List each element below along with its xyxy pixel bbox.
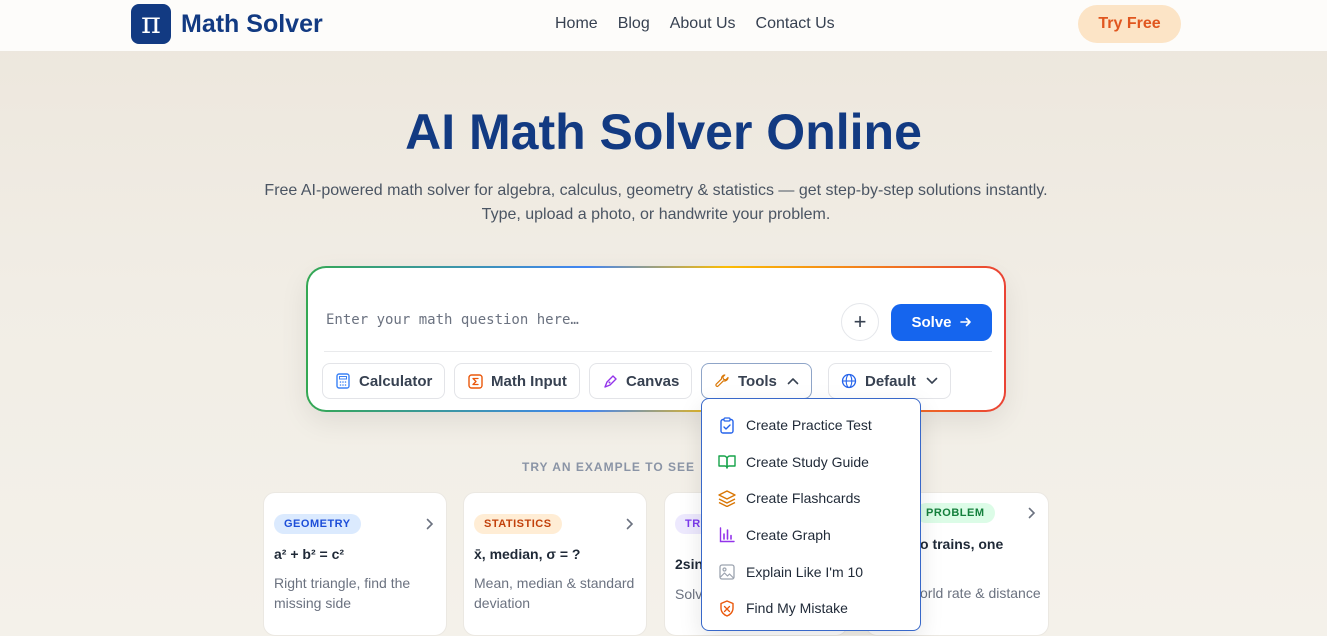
menu-item-label: Find My Mistake — [746, 600, 848, 617]
example-description: Mean, median & standard deviation — [474, 575, 635, 611]
example-formula: a² + b² = c² — [274, 546, 345, 562]
examples-heading: TRY AN EXAMPLE TO SEE — [522, 460, 696, 474]
chevron-up-icon — [787, 377, 799, 385]
wrench-icon — [714, 373, 730, 389]
site-header: π Math Solver Home Blog About Us Contact… — [0, 0, 1327, 52]
menu-item-explain[interactable]: Explain Like I'm 10 — [702, 553, 920, 590]
menu-item-label: Create Graph — [746, 527, 831, 544]
math-input-button[interactable]: Math Input — [454, 363, 580, 399]
page: π Math Solver Home Blog About Us Contact… — [0, 0, 1327, 636]
solve-button[interactable]: Solve — [891, 304, 992, 341]
sigma-icon — [467, 373, 483, 389]
example-formula: x̄, median, σ = ? — [474, 546, 581, 562]
shield-x-icon — [718, 599, 736, 617]
clipboard-check-icon — [718, 416, 736, 434]
menu-item-flashcards[interactable]: Create Flashcards — [702, 480, 920, 517]
bar-chart-icon — [718, 526, 736, 544]
menu-item-label: Create Practice Test — [746, 417, 872, 434]
pi-logo-icon: π — [131, 4, 171, 44]
nav-blog-link[interactable]: Blog — [618, 15, 650, 33]
category-badge: STATISTICS — [474, 514, 562, 534]
arrow-right-icon — [959, 315, 972, 331]
chevron-right-icon — [426, 517, 434, 535]
menu-item-label: Create Study Guide — [746, 453, 869, 470]
solve-label: Solve — [911, 314, 952, 331]
menu-item-study-guide[interactable]: Create Study Guide — [702, 444, 920, 481]
tools-menu-button[interactable]: Tools — [701, 363, 812, 399]
chevron-down-icon — [926, 377, 938, 385]
card-divider — [324, 351, 992, 352]
category-badge: GEOMETRY — [274, 514, 361, 534]
menu-item-find-mistake[interactable]: Find My Mistake — [702, 590, 920, 627]
canvas-label: Canvas — [626, 372, 680, 390]
category-badge: PROBLEM — [916, 503, 995, 523]
hero-subtitle: Free AI-powered math solver for algebra,… — [264, 182, 1048, 223]
math-input-label: Math Input — [491, 372, 567, 390]
chevron-right-icon — [626, 517, 634, 535]
tools-dropdown-menu: Create Practice Test Create Study Guide … — [701, 398, 921, 631]
nav-contact-link[interactable]: Contact Us — [756, 15, 835, 33]
calculator-button[interactable]: Calculator — [322, 363, 446, 399]
nav-home-link[interactable]: Home — [555, 15, 598, 33]
example-card-geometry[interactable]: GEOMETRY a² + b² = c² Right triangle, fi… — [263, 492, 447, 636]
image-icon — [718, 563, 736, 581]
book-open-icon — [718, 453, 736, 471]
example-formula: o trains, one — [920, 536, 1004, 552]
page-title: AI Math Solver Online — [405, 104, 922, 160]
pen-tool-icon — [602, 373, 618, 389]
chevron-right-icon — [1028, 506, 1036, 524]
menu-item-practice-test[interactable]: Create Practice Test — [702, 407, 920, 444]
add-attachment-button[interactable]: + — [841, 303, 879, 341]
menu-item-label: Create Flashcards — [746, 490, 861, 507]
language-label: Default — [865, 372, 916, 390]
menu-item-graph[interactable]: Create Graph — [702, 517, 920, 554]
main-nav: Home Blog About Us Contact Us — [555, 15, 855, 33]
menu-item-label: Explain Like I'm 10 — [746, 563, 864, 580]
try-free-button[interactable]: Try Free — [1078, 5, 1181, 43]
logo-text: Math Solver — [181, 9, 323, 38]
question-card: + Solve Calculator Math Input — [306, 266, 1006, 412]
calculator-label: Calculator — [359, 372, 433, 390]
layers-icon — [718, 489, 736, 507]
example-formula: 2sin — [675, 556, 704, 572]
calculator-icon — [335, 373, 351, 389]
globe-icon — [841, 373, 857, 389]
question-card-inner: + Solve Calculator Math Input — [308, 268, 1004, 410]
canvas-button[interactable]: Canvas — [589, 363, 693, 399]
language-select[interactable]: Default — [828, 363, 951, 399]
example-card-statistics[interactable]: STATISTICS x̄, median, σ = ? Mean, media… — [463, 492, 647, 636]
math-question-input[interactable] — [326, 308, 826, 332]
tools-label: Tools — [738, 372, 777, 390]
logo[interactable]: π Math Solver — [131, 4, 323, 44]
example-description: Right triangle, find the missing side — [274, 575, 411, 611]
nav-about-link[interactable]: About Us — [670, 15, 736, 33]
example-description: orld rate & distance — [920, 585, 1041, 601]
